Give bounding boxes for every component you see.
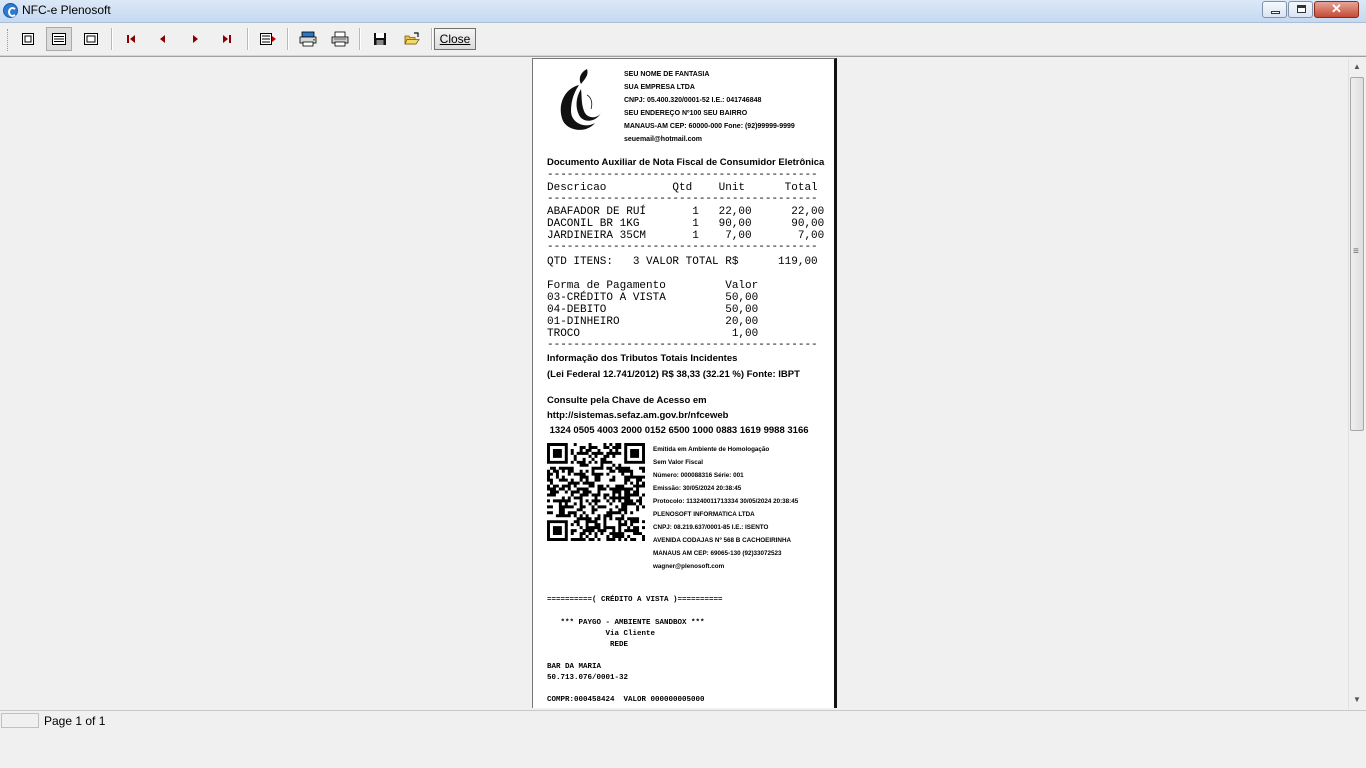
preview-toolbar: Close	[0, 23, 1366, 56]
maximize-button[interactable]	[1288, 1, 1313, 18]
zoom-100-button[interactable]	[78, 27, 104, 51]
whole-page-button[interactable]	[15, 27, 41, 51]
homolog-line: Protocolo: 113240011713334 30/05/2024 20…	[653, 498, 799, 505]
toolbar-separator	[431, 28, 433, 50]
next-page-icon	[193, 35, 198, 43]
scroll-down-icon[interactable]: ▼	[1353, 695, 1361, 704]
payment-row: 04-DEBITO 50,00	[547, 304, 759, 316]
document-title: Documento Auxiliar de Nota Fiscal de Con…	[547, 157, 825, 168]
payment-header: Forma de Pagamento Valor	[547, 280, 759, 292]
close-icon: ✕	[1331, 1, 1342, 16]
tributes-title: Informação dos Tributos Totais Incidente…	[547, 353, 738, 364]
slip-merchant: BAR DA MARIA	[547, 663, 602, 671]
last-page-button[interactable]	[214, 27, 240, 51]
item-row: ABAFADOR DE RUÍ 1 22,00 22,00	[547, 206, 825, 218]
minimize-button[interactable]	[1262, 1, 1287, 18]
total-line: QTD ITENS: 3 VALOR TOTAL R$ 119,00	[547, 256, 818, 268]
homolog-line: wagner@plenosoft.com	[653, 563, 725, 570]
close-preview-button[interactable]: Close	[434, 28, 476, 50]
divider: ----------------------------------------…	[547, 339, 818, 351]
consult-title: Consulte pela Chave de Acesso em	[547, 395, 707, 406]
divider: ----------------------------------------…	[547, 169, 818, 181]
page-indicator: Page 1 of 1	[44, 714, 106, 728]
slip-sandbox: *** PAYGO - AMBIENTE SANDBOX ***	[547, 619, 705, 627]
status-cell	[1, 713, 39, 728]
open-icon	[404, 32, 420, 45]
printer-setup-button[interactable]	[295, 27, 321, 51]
toolbar-separator	[247, 28, 249, 50]
printer-setup-icon	[299, 31, 317, 47]
company-cnpj: CNPJ: 05.400.320/0001-52 I.E.: 041746848	[624, 97, 762, 104]
status-bar: Page 1 of 1	[0, 710, 1366, 730]
toolbar-grip	[7, 29, 10, 51]
homolog-line: MANAUS AM CEP: 69065-130 (92)33072523	[653, 550, 782, 557]
homolog-line: Emitida em Ambiente de Homologação	[653, 446, 770, 453]
homolog-line: CNPJ: 08.219.637/0001-85 I.E.: ISENTO	[653, 524, 769, 531]
whole-page-icon	[22, 33, 34, 45]
vertical-scrollbar[interactable]: ▲ ▼	[1348, 59, 1366, 709]
print-icon	[331, 31, 349, 47]
go-to-page-icon	[260, 33, 276, 45]
item-row: DACONIL BR 1KG 1 90,00 90,00	[547, 218, 825, 230]
payment-row: 01-DINHEIRO 20,00	[547, 316, 759, 328]
slip-via: Via Cliente	[547, 630, 656, 638]
company-email: seuemail@hotmail.com	[624, 136, 703, 143]
slip-network: REDE	[547, 641, 629, 649]
app-icon	[3, 3, 18, 18]
company-info: SEU NOME DE FANTASIA SUA EMPRESA LTDA CN…	[624, 68, 795, 146]
first-page-button[interactable]	[118, 27, 144, 51]
toolbar-separator	[359, 28, 361, 50]
qr-code-icon	[547, 443, 645, 541]
company-fantasy-name: SEU NOME DE FANTASIA	[624, 71, 710, 78]
page-width-button[interactable]	[46, 27, 72, 51]
save-icon	[374, 33, 386, 45]
save-button[interactable]	[367, 27, 393, 51]
title-bar: NFC-e Plenosoft ✕	[0, 0, 1366, 23]
slip-compr: COMPR:000458424 VALOR 000000005000	[547, 696, 705, 704]
scrollbar-thumb[interactable]	[1350, 77, 1364, 431]
slip-heading: ==========( CRÉDITO A VISTA )==========	[547, 596, 723, 604]
receipt-page: SEU NOME DE FANTASIA SUA EMPRESA LTDA CN…	[532, 58, 837, 708]
tributes-value: (Lei Federal 12.741/2012) R$ 38,33 (32.2…	[547, 369, 800, 380]
last-page-icon	[223, 35, 231, 43]
print-button[interactable]	[327, 27, 353, 51]
payment-row: 03-CRÉDITO A VISTA 50,00	[547, 292, 759, 304]
consult-url: http://sistemas.sefaz.am.gov.br/nfceweb	[547, 410, 729, 421]
homolog-line: AVENIDA CODAJAS Nº 568 B CACHOEIRINHA	[653, 537, 792, 544]
window-close-button[interactable]: ✕	[1314, 1, 1359, 18]
maximize-icon	[1297, 5, 1306, 13]
homolog-line: Sem Valor Fiscal	[653, 459, 704, 466]
company-city: MANAUS-AM CEP: 60000-000 Fone: (92)99999…	[624, 123, 795, 130]
toolbar-separator	[111, 28, 113, 50]
window-title: NFC-e Plenosoft	[22, 3, 111, 17]
scroll-up-icon[interactable]: ▲	[1353, 62, 1361, 71]
company-legal-name: SUA EMPRESA LTDA	[624, 84, 695, 91]
homolog-line: Emissão: 30/05/2024 20:38:45	[653, 485, 742, 492]
access-key: 1324 0505 4003 2000 0152 6500 1000 0883 …	[547, 425, 809, 436]
homologation-info: Emitida em Ambiente de Homologação Sem V…	[653, 443, 798, 573]
previous-page-icon	[160, 35, 165, 43]
page-width-icon	[52, 33, 66, 45]
company-logo-icon	[560, 69, 601, 130]
homolog-line: PLENOSOFT INFORMATICA LTDA	[653, 511, 755, 518]
divider: ----------------------------------------…	[547, 193, 818, 205]
divider: ----------------------------------------…	[547, 241, 818, 253]
next-page-button[interactable]	[182, 27, 208, 51]
homolog-line: Número: 000088316 Série: 001	[653, 472, 744, 479]
minimize-icon	[1271, 11, 1280, 14]
previous-page-button[interactable]	[150, 27, 176, 51]
toolbar-separator	[287, 28, 289, 50]
first-page-icon	[127, 35, 135, 43]
company-address: SEU ENDEREÇO Nº100 SEU BAIRRO	[624, 110, 748, 117]
open-button[interactable]	[399, 27, 425, 51]
zoom-100-icon	[84, 33, 98, 45]
slip-merchant-cnpj: 50.713.076/0001-32	[547, 674, 629, 682]
go-to-page-button[interactable]	[255, 27, 281, 51]
